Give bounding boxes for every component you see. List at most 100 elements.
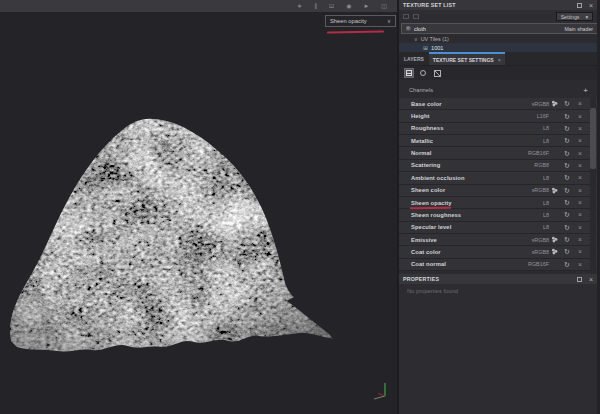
delete-channel-icon[interactable]: ×: [574, 187, 586, 194]
channel-row[interactable]: Emissive sRGB8 ↻ ×: [399, 234, 600, 246]
reset-channel-icon[interactable]: ↻: [560, 187, 574, 194]
texture-set-item-cloth[interactable]: cloth Main shader: [401, 23, 598, 34]
settings-button[interactable]: Settings ▾: [556, 12, 593, 21]
channel-format[interactable]: L8: [507, 200, 549, 206]
channel-format[interactable]: L8: [507, 224, 549, 230]
channel-row[interactable]: Specular level L8 ↻ ×: [399, 222, 600, 234]
channel-row[interactable]: Height L16F ↻ ×: [399, 110, 600, 122]
channels-header: Channels +: [399, 80, 600, 98]
reset-channel-icon[interactable]: ↻: [560, 248, 574, 255]
reset-channel-icon[interactable]: ↻: [560, 100, 574, 107]
channels-list: Base color sRGB8 ↻ × Height L16F ↻ ×: [399, 98, 600, 271]
reset-channel-icon[interactable]: ↻: [560, 211, 574, 218]
delete-channel-icon[interactable]: ×: [574, 113, 586, 120]
channel-row[interactable]: Coat normal RGB16F ↻ ×: [399, 259, 600, 271]
channel-row[interactable]: Scattering RGB8 ↻ ×: [399, 160, 600, 172]
channel-format[interactable]: RGB16F: [507, 261, 549, 267]
reset-channel-icon[interactable]: ↻: [560, 137, 574, 144]
channel-name: Metallic: [399, 138, 507, 144]
delete-channel-icon[interactable]: ×: [574, 261, 586, 268]
tab-close-icon[interactable]: ×: [498, 57, 501, 63]
help-icon[interactable]: ◉: [346, 3, 351, 9]
reset-channel-icon[interactable]: ↻: [560, 162, 574, 169]
channel-format[interactable]: sRGB8: [507, 187, 549, 193]
delete-channel-icon[interactable]: ×: [574, 150, 586, 157]
shader-label: Main shader: [564, 26, 593, 32]
magic-wand-icon[interactable]: ∗: [297, 3, 302, 9]
unlink-icon[interactable]: [413, 14, 419, 19]
video-camera-icon[interactable]: ►: [363, 3, 369, 9]
channel-name: Roughness: [399, 125, 507, 131]
scrollbar-thumb[interactable]: [590, 108, 596, 169]
channel-format[interactable]: RGB16F: [507, 150, 549, 156]
channel-format[interactable]: L8: [507, 175, 549, 181]
channel-view-dropdown[interactable]: Sheen opacity ∨: [325, 15, 396, 27]
channel-row[interactable]: Metallic L8 ↻ ×: [399, 135, 600, 147]
channel-row[interactable]: Sheen roughness L8 ↻ ×: [399, 209, 600, 221]
delete-channel-icon[interactable]: ×: [574, 137, 586, 144]
reset-channel-icon[interactable]: ↻: [560, 236, 574, 243]
pause-icon[interactable]: ∥: [314, 3, 317, 9]
channel-format[interactable]: sRGB8: [507, 237, 549, 243]
channel-row[interactable]: Coat color sRGB8 ↻ ×: [399, 246, 600, 258]
texture-set-toolbar: Settings ▾: [399, 10, 600, 23]
channel-row[interactable]: Normal RGB16F ↻ ×: [399, 147, 600, 159]
link-icon[interactable]: [403, 14, 409, 19]
reset-channel-icon[interactable]: ↻: [560, 174, 574, 181]
right-panel: TEXTURE SET LIST × Settings ▾ cloth Main…: [397, 0, 600, 414]
delete-channel-icon[interactable]: ×: [574, 162, 586, 169]
reset-channel-icon[interactable]: ↻: [560, 224, 574, 231]
undock-icon[interactable]: [577, 3, 582, 8]
viewport-3d[interactable]: ∗ ∥ ⊡ ◉ ► ◫ Sheen opacity ∨: [0, 0, 397, 414]
reset-channel-icon[interactable]: ↻: [560, 261, 574, 268]
uv-tile-1001[interactable]: ⊞ 1001: [399, 43, 600, 52]
delete-channel-icon[interactable]: ×: [574, 236, 586, 243]
channel-row[interactable]: Sheen color sRGB8 ↻ ×: [399, 185, 600, 197]
channel-format[interactable]: RGB8: [507, 162, 549, 168]
delete-channel-icon[interactable]: ×: [574, 199, 586, 206]
channel-format[interactable]: L16F: [507, 113, 549, 119]
close-icon[interactable]: ×: [589, 2, 593, 9]
tab-layers[interactable]: LAYERS: [399, 52, 429, 65]
uv-tiles-label: UV Tiles (1): [421, 36, 449, 42]
channel-format[interactable]: L8: [507, 212, 549, 218]
delete-channel-icon[interactable]: ×: [574, 211, 586, 218]
delete-channel-icon[interactable]: ×: [574, 174, 586, 181]
channel-row[interactable]: Roughness L8 ↻ ×: [399, 123, 600, 135]
channel-name: Emissive: [399, 237, 507, 243]
channel-format[interactable]: L8: [507, 138, 549, 144]
channels-scrollbar[interactable]: [590, 98, 596, 271]
texture-set-mode-icon[interactable]: [404, 68, 414, 78]
camera-icon[interactable]: ◫: [381, 3, 387, 9]
channel-format[interactable]: sRGB8: [507, 249, 549, 255]
color-swatch-icon: [549, 236, 560, 243]
color-swatch-icon: [549, 100, 560, 107]
reset-channel-icon[interactable]: ↻: [560, 150, 574, 157]
delete-channel-icon[interactable]: ×: [574, 248, 586, 255]
properties-header: PROPERTIES ×: [399, 274, 600, 284]
viewport-frame-icon[interactable]: ⊡: [329, 3, 334, 9]
channel-name: Height: [399, 113, 507, 119]
reset-channel-icon[interactable]: ↻: [560, 199, 574, 206]
channel-row[interactable]: Base color sRGB8 ↻ ×: [399, 98, 600, 110]
texture-set-name: cloth: [414, 26, 564, 32]
reset-channel-icon[interactable]: ↻: [560, 113, 574, 120]
no-material-icon[interactable]: [432, 68, 442, 78]
close-icon[interactable]: ×: [589, 276, 593, 283]
axis-gizmo: [368, 378, 394, 404]
channel-format[interactable]: L8: [507, 125, 549, 131]
chevron-down-icon: ▾: [585, 14, 588, 20]
delete-channel-icon[interactable]: ×: [574, 125, 586, 132]
delete-channel-icon[interactable]: ×: [574, 100, 586, 107]
tab-texture-set-settings[interactable]: TEXTURE SET SETTINGS ×: [429, 52, 505, 65]
channel-row[interactable]: Sheen opacity L8 ↻ ×: [399, 197, 600, 209]
undock-icon[interactable]: [577, 277, 582, 282]
delete-channel-icon[interactable]: ×: [574, 224, 586, 231]
reset-channel-icon[interactable]: ↻: [560, 125, 574, 132]
channels-label: Channels: [409, 87, 583, 93]
material-mode-icon[interactable]: [418, 68, 428, 78]
channel-format[interactable]: sRGB8: [507, 101, 549, 107]
channel-row[interactable]: Ambient occlusion L8 ↻ ×: [399, 172, 600, 184]
add-channel-button[interactable]: +: [583, 86, 588, 95]
uv-tiles-group[interactable]: ∨ UV Tiles (1): [399, 34, 600, 43]
